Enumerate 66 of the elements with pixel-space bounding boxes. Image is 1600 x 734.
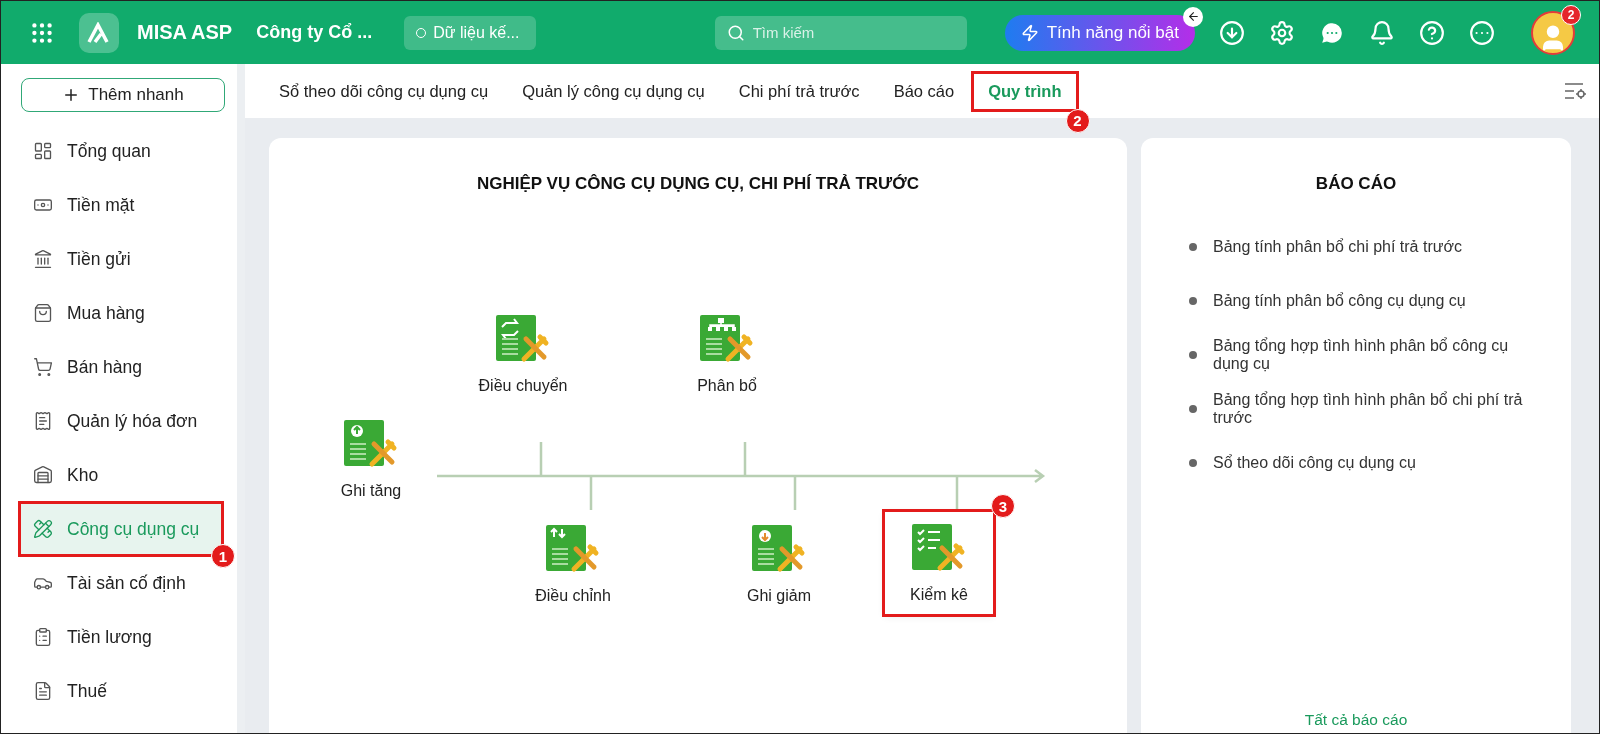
tab[interactable]: Báo cáo: [879, 73, 969, 109]
step-number: 3: [991, 494, 1015, 518]
node-label: Kiểm kê: [910, 586, 968, 604]
menu-icon: [33, 303, 53, 323]
more-icon[interactable]: [1469, 19, 1495, 46]
bell-icon[interactable]: [1369, 19, 1395, 46]
process-title: NGHIỆP VỤ CÔNG CỤ DỤNG CỤ, CHI PHÍ TRẢ TRƯỚC: [476, 173, 920, 194]
node-label: Phân bổ: [697, 377, 757, 395]
report-link[interactable]: Sổ theo dõi công cụ dụng cụ: [1213, 454, 1416, 472]
process-node[interactable]: Ghi giảm: [725, 513, 833, 615]
process-node[interactable]: Điều chuyển: [469, 303, 577, 405]
sidebar-item[interactable]: Kho: [21, 450, 221, 500]
menu-icon: [33, 249, 53, 269]
download-icon[interactable]: [1219, 19, 1245, 46]
bullet-icon: [1189, 351, 1197, 359]
arrow-left-icon[interactable]: [1183, 6, 1203, 27]
node-label: Ghi tăng: [340, 482, 402, 500]
report-link[interactable]: Bảng tính phân bổ công cụ dụng cụ: [1213, 292, 1466, 310]
app-name: MISA ASP: [137, 21, 233, 44]
bullet-icon: [1189, 459, 1197, 467]
sidebar-item[interactable]: Quản lý hóa đơn: [21, 396, 221, 446]
sidebar-item[interactable]: Tổng quan: [21, 126, 221, 176]
search-icon: [726, 23, 745, 42]
step-number: 2: [1065, 108, 1090, 133]
menu-icon: [33, 627, 53, 647]
node-label: Điều chỉnh: [535, 587, 611, 605]
bullet-icon: [1189, 297, 1197, 305]
quick-add-button[interactable]: Thêm nhanh: [21, 78, 225, 112]
settings-icon[interactable]: [1269, 19, 1295, 46]
report-link[interactable]: Bảng tổng hợp tình hình phân bổ chi phí trả trước: [1213, 391, 1529, 427]
sidebar-item[interactable]: Tiền gửi: [21, 234, 221, 284]
menu-icon: [33, 465, 53, 485]
tab[interactable]: Quản lý công cụ dụng cụ: [508, 73, 719, 109]
menu-icon: [33, 519, 53, 539]
bullet-icon: [1189, 405, 1197, 413]
process-node[interactable]: Ghi tăng: [317, 408, 425, 510]
sidebar-item[interactable]: Mua hàng: [21, 288, 221, 338]
all-reports-link[interactable]: Tất cả báo cáo: [1189, 711, 1523, 729]
process-node[interactable]: Kiểm kê: [885, 512, 993, 614]
tab[interactable]: Sổ theo dõi công cụ dụng cụ: [265, 73, 503, 109]
tab[interactable]: Quy trình: [974, 73, 1076, 109]
node-label: Điều chuyển: [478, 377, 568, 395]
reports-title: BÁO CÁO: [1314, 174, 1398, 194]
menu-icon: [33, 141, 53, 161]
help-icon[interactable]: [1419, 19, 1445, 46]
sidebar-item[interactable]: Tiền mặt: [21, 180, 221, 230]
step-number: 1: [211, 544, 235, 568]
bullet-icon: [1189, 243, 1197, 251]
notification-badge: 2: [1561, 4, 1581, 25]
logo-icon: [79, 12, 119, 53]
menu-icon: [33, 681, 53, 701]
sidebar-item[interactable]: Thuế: [21, 666, 221, 716]
process-node[interactable]: Điều chỉnh: [519, 513, 627, 615]
sidebar-item[interactable]: Bán hàng: [21, 342, 221, 392]
user-avatar[interactable]: [1531, 10, 1575, 55]
tab[interactable]: Chi phí trả trước: [724, 73, 874, 109]
report-link[interactable]: Bảng tính phân bổ chi phí trả trước: [1213, 238, 1462, 256]
column-settings-icon[interactable]: [1563, 81, 1587, 101]
lightning-icon: [1020, 23, 1039, 42]
menu-icon: [33, 357, 53, 377]
sidebar-item[interactable]: Tiền lương: [21, 612, 221, 662]
features-button[interactable]: Tính năng nổi bật: [1004, 14, 1195, 51]
node-label: Ghi giảm: [747, 587, 811, 605]
menu-icon: [33, 411, 53, 431]
process-node[interactable]: Phân bổ: [673, 303, 781, 405]
report-link[interactable]: Bảng tổng hợp tình hình phân bổ công cụ dụng cụ: [1213, 337, 1529, 373]
